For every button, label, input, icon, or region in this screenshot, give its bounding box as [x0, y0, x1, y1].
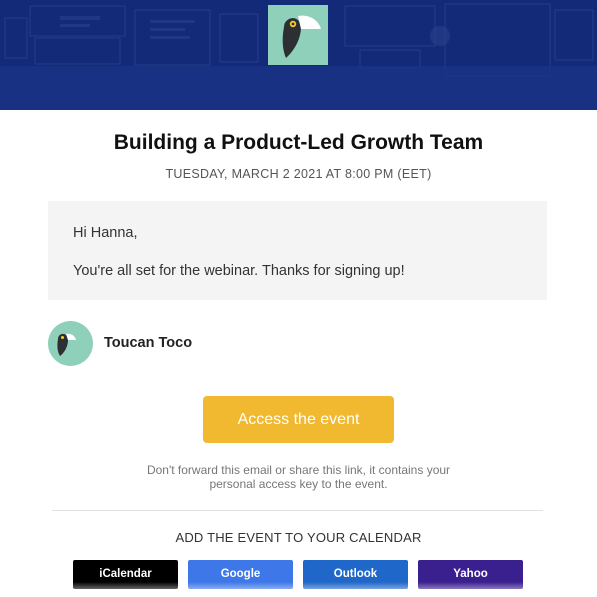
- event-datetime: TUESDAY, MARCH 2 2021 AT 8:00 PM (EET): [165, 167, 432, 181]
- disclaimer-line-1: Don't forward this email or share this l…: [146, 463, 451, 477]
- calendar-heading: ADD THE EVENT TO YOUR CALENDAR: [175, 530, 422, 545]
- organizer-name: Toucan Toco: [104, 335, 193, 351]
- divider: [52, 510, 543, 511]
- yahoo-calendar-button[interactable]: Yahoo: [418, 560, 523, 589]
- message-box: Hi Hanna, You're all set for the webinar…: [48, 201, 547, 300]
- google-calendar-button[interactable]: Google: [188, 560, 293, 589]
- toucan-logo: [268, 5, 328, 65]
- greeting-text: Hi Hanna,: [73, 225, 138, 241]
- access-event-button[interactable]: Access the event: [203, 396, 394, 443]
- organizer-avatar: [48, 321, 93, 366]
- toucan-avatar-icon: [57, 333, 76, 356]
- event-title: Building a Product-Led Growth Team: [113, 131, 484, 154]
- disclaimer-line-2: personal access key to the event.: [209, 477, 388, 491]
- email-page: Building a Product-Led Growth Team TUESD…: [0, 0, 597, 597]
- header-banner: [0, 0, 597, 110]
- outlook-calendar-button[interactable]: Outlook: [303, 560, 408, 589]
- toucan-logo-icon: [282, 15, 321, 58]
- confirmation-text: You're all set for the webinar. Thanks f…: [73, 263, 405, 279]
- icalendar-button[interactable]: iCalendar: [73, 560, 178, 589]
- disclaimer-text: Don't forward this email or share this l…: [100, 463, 497, 491]
